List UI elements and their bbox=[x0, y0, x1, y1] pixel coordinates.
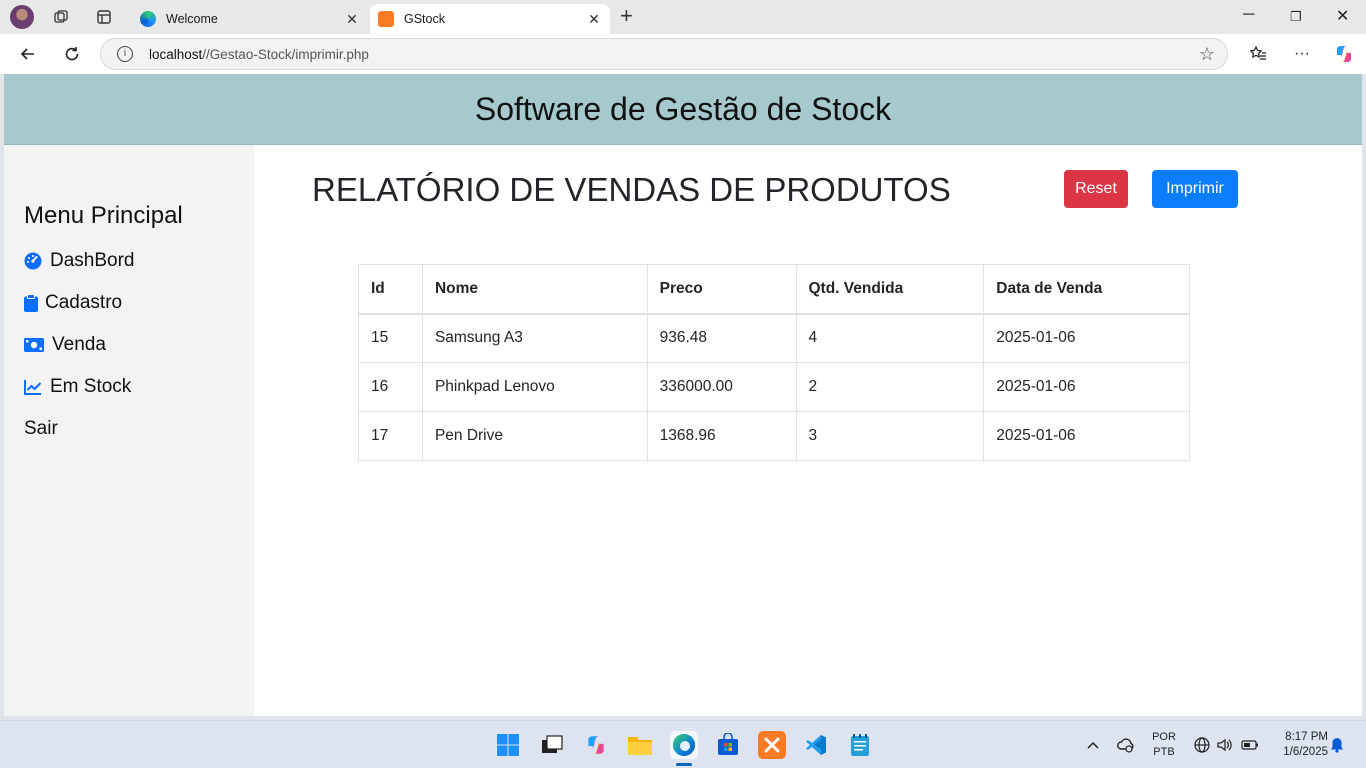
clipboard-icon bbox=[24, 294, 38, 312]
volume-icon[interactable] bbox=[1216, 721, 1234, 768]
table-cell: 2025-01-06 bbox=[983, 362, 1190, 412]
minimize-icon[interactable]: ─ bbox=[1243, 6, 1254, 24]
xampp-favicon-icon bbox=[378, 11, 394, 27]
table-cell: 4 bbox=[795, 313, 985, 363]
sidebar-item-dashbord[interactable]: DashBord bbox=[24, 248, 135, 274]
sidebar: Menu Principal DashBord Cadastro Venda E… bbox=[4, 145, 254, 716]
tab-actions-icon[interactable] bbox=[95, 8, 113, 26]
browser-tab-bar: Welcome ✕ GStock ✕ + ─ ❐ ✕ bbox=[0, 0, 1366, 34]
table-cell: 2025-01-06 bbox=[983, 411, 1190, 461]
tab-title: GStock bbox=[404, 12, 445, 26]
main-content: RELATÓRIO DE VENDAS DE PRODUTOS Reset Im… bbox=[254, 145, 1362, 716]
xampp-icon[interactable] bbox=[758, 731, 786, 759]
reset-button[interactable]: Reset bbox=[1064, 170, 1128, 208]
table-cell: Samsung A3 bbox=[421, 313, 648, 363]
vscode-icon[interactable] bbox=[802, 731, 830, 759]
battery-icon[interactable] bbox=[1241, 721, 1259, 768]
close-icon[interactable]: ✕ bbox=[344, 11, 360, 28]
sidebar-item-label: DashBord bbox=[50, 250, 135, 271]
notepad-icon[interactable] bbox=[846, 731, 874, 759]
sidebar-item-cadastro[interactable]: Cadastro bbox=[24, 290, 122, 316]
task-view-icon[interactable] bbox=[538, 731, 566, 759]
copilot-app-icon[interactable] bbox=[582, 731, 610, 759]
file-explorer-icon[interactable] bbox=[626, 731, 654, 759]
sidebar-item-venda[interactable]: Venda bbox=[24, 332, 106, 358]
sidebar-item-label: Venda bbox=[52, 334, 106, 355]
site-info-icon[interactable]: i bbox=[117, 46, 133, 62]
column-header: Nome bbox=[421, 264, 648, 315]
dashboard-gauge-icon bbox=[24, 252, 42, 270]
tab-title: Welcome bbox=[166, 12, 218, 26]
table-row: 17 Pen Drive 1368.96 3 2025-01-06 bbox=[358, 411, 1190, 461]
table-cell: 16 bbox=[358, 362, 423, 412]
sales-report-table: Id Nome Preco Qtd. Vendida Data de Venda… bbox=[358, 264, 1190, 461]
more-options-icon[interactable]: ··· bbox=[1290, 42, 1314, 66]
clock[interactable]: 8:17 PM 1/6/2025 bbox=[1268, 730, 1328, 760]
address-bar[interactable]: i localhost//Gestao-Stock/imprimir.php ☆ bbox=[100, 38, 1228, 70]
web-page: Software de Gestão de Stock Menu Princip… bbox=[4, 74, 1362, 716]
table-row: 16 Phinkpad Lenovo 336000.00 2 2025-01-0… bbox=[358, 362, 1190, 412]
money-bill-icon bbox=[24, 336, 44, 354]
sidebar-item-em-stock[interactable]: Em Stock bbox=[24, 374, 131, 400]
app-title: Software de Gestão de Stock bbox=[474, 90, 892, 127]
store-icon[interactable] bbox=[714, 731, 742, 759]
sidebar-item-sair[interactable]: Sair bbox=[24, 416, 58, 442]
favorites-icon[interactable] bbox=[1246, 42, 1270, 66]
window-close-icon[interactable]: ✕ bbox=[1336, 6, 1349, 26]
close-icon[interactable]: ✕ bbox=[586, 11, 602, 28]
notification-bell-icon[interactable] bbox=[1330, 721, 1344, 768]
line-chart-icon bbox=[24, 378, 42, 396]
sidebar-item-label: Em Stock bbox=[50, 376, 132, 397]
workspaces-icon[interactable] bbox=[52, 8, 70, 26]
column-header: Id bbox=[358, 264, 423, 315]
sidebar-title: Menu Principal bbox=[24, 202, 183, 229]
onedrive-sync-icon[interactable] bbox=[1116, 721, 1136, 768]
copilot-icon[interactable] bbox=[1332, 42, 1356, 66]
table-header-row: Id Nome Preco Qtd. Vendida Data de Venda bbox=[358, 264, 1190, 315]
back-icon[interactable] bbox=[16, 42, 40, 66]
tab-welcome[interactable]: Welcome ✕ bbox=[132, 4, 368, 34]
table-cell: Pen Drive bbox=[421, 411, 648, 461]
sidebar-item-label: Sair bbox=[24, 418, 58, 439]
table-cell: 336000.00 bbox=[646, 362, 797, 412]
show-hidden-icons-icon[interactable] bbox=[1086, 721, 1100, 768]
start-icon[interactable] bbox=[494, 731, 522, 759]
browser-toolbar: i localhost//Gestao-Stock/imprimir.php ☆… bbox=[0, 34, 1366, 74]
column-header: Data de Venda bbox=[983, 264, 1190, 315]
profile-avatar[interactable] bbox=[10, 5, 34, 29]
favorite-star-icon[interactable]: ☆ bbox=[1199, 44, 1215, 65]
app-header: Software de Gestão de Stock bbox=[4, 74, 1362, 145]
sidebar-item-label: Cadastro bbox=[45, 292, 123, 313]
tab-gstock[interactable]: GStock ✕ bbox=[370, 4, 610, 34]
table-cell: 17 bbox=[358, 411, 423, 461]
edge-favicon-icon bbox=[140, 11, 156, 27]
language-indicator[interactable]: POR PTB bbox=[1150, 730, 1178, 760]
restore-icon[interactable]: ❐ bbox=[1290, 9, 1302, 25]
table-cell: 2025-01-06 bbox=[983, 313, 1190, 363]
url-text: localhost//Gestao-Stock/imprimir.php bbox=[149, 47, 369, 62]
table-cell: 3 bbox=[795, 411, 985, 461]
report-title: RELATÓRIO DE VENDAS DE PRODUTOS bbox=[312, 171, 951, 208]
table-cell: 1368.96 bbox=[646, 411, 797, 461]
table-cell: 2 bbox=[795, 362, 985, 412]
table-cell: 936.48 bbox=[646, 313, 797, 363]
table-cell: 15 bbox=[358, 313, 423, 363]
table-cell: Phinkpad Lenovo bbox=[421, 362, 648, 412]
column-header: Qtd. Vendida bbox=[795, 264, 985, 315]
column-header: Preco bbox=[646, 264, 797, 315]
network-globe-icon[interactable] bbox=[1194, 721, 1210, 768]
new-tab-icon[interactable]: + bbox=[620, 5, 633, 27]
refresh-icon[interactable] bbox=[60, 42, 84, 66]
print-button[interactable]: Imprimir bbox=[1152, 170, 1238, 208]
table-row: 15 Samsung A3 936.48 4 2025-01-06 bbox=[358, 313, 1190, 363]
edge-app-icon[interactable] bbox=[670, 731, 698, 766]
windows-taskbar: POR PTB 8:17 PM 1/6/2025 bbox=[0, 720, 1366, 768]
